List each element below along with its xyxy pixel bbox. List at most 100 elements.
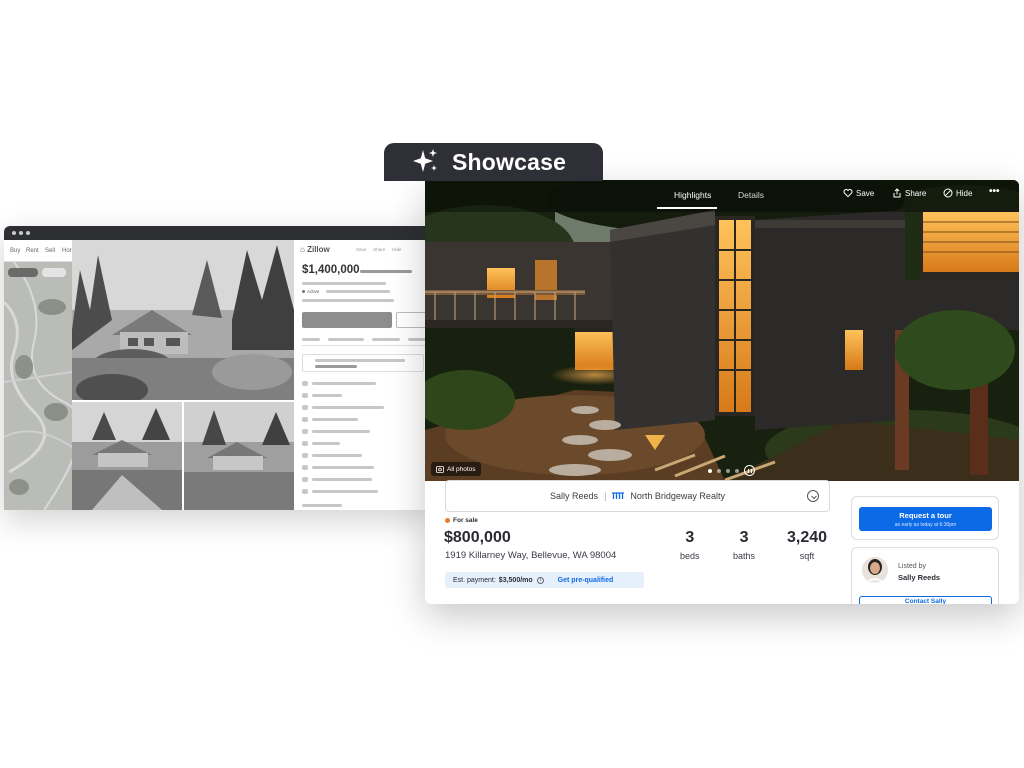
listing-price: $800,000 xyxy=(444,529,511,546)
status-dot xyxy=(302,290,305,293)
lister-name: Sally Reeds xyxy=(898,573,941,582)
hint-line xyxy=(315,365,357,368)
fact-line xyxy=(312,418,358,421)
address-line xyxy=(302,282,386,285)
more-options-button[interactable]: ••• xyxy=(989,186,1000,197)
fact-summary xyxy=(360,270,412,273)
map-graphic xyxy=(4,262,72,510)
payment-label: Est. payment: xyxy=(453,576,496,584)
header-actions: Save Share Hide xyxy=(356,247,402,252)
window-dot xyxy=(26,231,30,235)
request-tour-button[interactable] xyxy=(302,312,392,328)
fact-line xyxy=(312,466,374,469)
fact-line xyxy=(312,490,378,493)
nav-rent[interactable]: Rent xyxy=(26,248,39,254)
sparkle-icon xyxy=(413,149,437,172)
photo-topbar: Highlights Details Save Share Hide ••• xyxy=(425,180,1019,212)
nav-buy[interactable]: Buy xyxy=(10,248,20,254)
request-tour-label: Request a tour xyxy=(899,511,952,520)
fact-icon xyxy=(302,489,308,494)
home-icon: ⌂ xyxy=(300,245,305,254)
payment-estimate: Est. payment: $3,500/mo i Get pre-qualif… xyxy=(445,572,644,588)
nav-sell[interactable]: Sell xyxy=(45,248,55,254)
all-photos-button[interactable]: All photos xyxy=(431,462,481,476)
payment-line xyxy=(302,299,394,302)
beds-label: beds xyxy=(680,551,700,561)
sqft-label: sqft xyxy=(799,551,815,561)
save-button[interactable]: Save xyxy=(843,188,874,198)
listing-price: $1,400,000 xyxy=(302,264,360,276)
separator: | xyxy=(604,491,607,501)
hint-line xyxy=(315,359,405,362)
tab-details[interactable]: Details xyxy=(738,190,764,200)
carousel-dot[interactable] xyxy=(735,468,739,473)
zillow-logo[interactable]: ⌂ Zillow xyxy=(300,245,330,254)
status-dot xyxy=(445,518,450,523)
nav-home-loans[interactable]: Hor xyxy=(62,248,72,254)
hide-link[interactable]: Hide xyxy=(392,247,401,252)
fact-line xyxy=(312,454,362,457)
fact-line xyxy=(312,442,340,445)
carousel-dot[interactable] xyxy=(726,468,730,473)
agent-name: Sally Reeds xyxy=(550,491,599,501)
hide-icon xyxy=(943,188,953,198)
map-view[interactable] xyxy=(4,262,72,510)
info-icon[interactable]: i xyxy=(536,576,544,584)
fact-icon xyxy=(302,441,308,446)
fact-icon xyxy=(302,465,308,470)
carousel-dot[interactable] xyxy=(717,468,721,473)
tour-card: Request a tour as early as today at 6:30… xyxy=(851,496,999,540)
fact-icon xyxy=(302,453,308,458)
photo-grid[interactable] xyxy=(72,240,294,510)
tab-placeholder xyxy=(328,338,364,341)
request-tour-subtext: as early as today at 6:30pm xyxy=(894,522,957,528)
fact-line xyxy=(312,394,342,397)
contact-agent-button[interactable]: Contact Sally xyxy=(859,596,992,604)
brokerage-logo-icon xyxy=(612,492,625,499)
sqft-fact: 3,240 sqft xyxy=(787,529,827,561)
fact-icon xyxy=(302,405,308,410)
beds-value: 3 xyxy=(685,529,695,546)
status-row: Active xyxy=(302,289,319,294)
carousel-dot-active[interactable] xyxy=(708,468,712,473)
save-link[interactable]: Save xyxy=(356,247,366,252)
request-tour-button[interactable]: Request a tour as early as today at 6:30… xyxy=(859,507,992,531)
window-dot xyxy=(12,231,16,235)
fact-line xyxy=(312,430,370,433)
badge-label: Showcase xyxy=(452,148,567,175)
listing-status: For sale xyxy=(445,517,478,524)
chevron-down-icon[interactable] xyxy=(807,490,819,502)
window-dot xyxy=(19,231,23,235)
fact-icon xyxy=(302,393,308,398)
tab-placeholder xyxy=(372,338,400,341)
window-chrome xyxy=(4,226,432,240)
agent-brokerage-bar[interactable]: Sally Reeds | North Bridgeway Realty xyxy=(445,480,830,512)
tour-hint-box xyxy=(302,354,424,372)
fact-icon xyxy=(302,417,308,422)
heart-icon xyxy=(843,189,853,198)
showcase-badge: Showcase xyxy=(384,143,603,181)
section-tabs[interactable] xyxy=(302,334,432,346)
share-button[interactable]: Share xyxy=(892,188,926,198)
showcase-listing-card: Highlights Details Save Share Hide ••• A… xyxy=(425,180,1019,604)
brokerage-name: North Bridgeway Realty xyxy=(630,491,725,501)
fact-icon xyxy=(302,477,308,482)
pause-icon[interactable] xyxy=(744,465,755,476)
avatar xyxy=(862,557,888,583)
hide-button[interactable]: Hide xyxy=(943,188,972,198)
sqft-value: 3,240 xyxy=(787,529,828,546)
share-link[interactable]: Share xyxy=(373,247,385,252)
share-label: Share xyxy=(905,188,927,198)
payment-value: $3,500/mo xyxy=(498,576,533,584)
hide-label: Hide xyxy=(956,188,973,198)
listing-summary-panel: ⌂ Zillow Save Share Hide $1,400,000 Acti… xyxy=(294,240,432,510)
listed-by-caption: Listed by xyxy=(898,563,927,570)
fact-icon xyxy=(302,429,308,434)
hero-photo[interactable]: Highlights Details Save Share Hide ••• A… xyxy=(425,180,1019,481)
beds-fact: 3 beds xyxy=(680,529,700,561)
status-label: For sale xyxy=(453,517,478,524)
fact-line xyxy=(312,406,384,409)
get-prequalified-link[interactable]: Get pre-qualified xyxy=(558,577,614,584)
tab-highlights[interactable]: Highlights xyxy=(674,190,711,200)
active-tab-indicator xyxy=(657,207,717,209)
